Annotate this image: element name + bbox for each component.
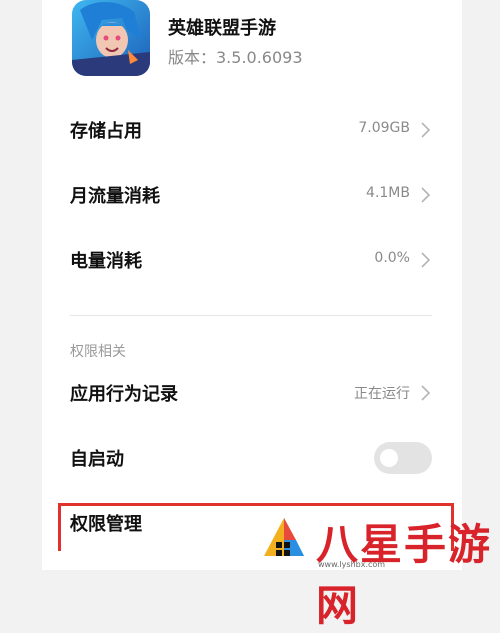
chevron-right-icon (421, 252, 431, 268)
battery-value: 0.0% (374, 250, 410, 266)
chevron-right-icon (421, 187, 431, 203)
data-usage-value: 4.1MB (366, 185, 410, 201)
app-icon (72, 0, 150, 76)
chevron-right-icon (421, 385, 431, 401)
app-info-panel (42, 0, 462, 570)
watermark-logo-icon (258, 512, 310, 560)
row-data-usage[interactable]: 月流量消耗 4.1MB (70, 174, 432, 214)
storage-value: 7.09GB (358, 120, 410, 136)
behavior-value: 正在运行 (354, 386, 410, 402)
toggle-knob (380, 449, 398, 467)
section-title-permissions: 权限相关 (70, 344, 126, 360)
watermark-url: www.lyshbx.com (318, 560, 386, 569)
battery-label: 电量消耗 (70, 251, 142, 272)
autostart-toggle[interactable] (374, 442, 432, 474)
autostart-label: 自启动 (70, 449, 124, 470)
app-version: 版本：3.5.0.6093 (168, 48, 303, 67)
row-behavior-record[interactable]: 应用行为记录 正在运行 (70, 372, 432, 412)
behavior-label: 应用行为记录 (70, 384, 178, 405)
data-usage-label: 月流量消耗 (70, 186, 160, 207)
storage-label: 存储占用 (70, 121, 142, 142)
row-storage[interactable]: 存储占用 7.09GB (70, 109, 432, 149)
chevron-right-icon (421, 122, 431, 138)
section-divider (70, 315, 432, 316)
row-battery[interactable]: 电量消耗 0.0% (70, 239, 432, 279)
watermark-text: 八星手游网 (316, 520, 493, 630)
app-name: 英雄联盟手游 (168, 18, 276, 39)
